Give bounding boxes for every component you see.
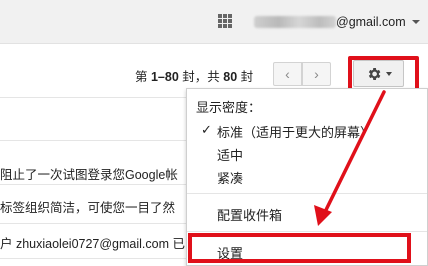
menu-item-density-standard[interactable]: 标准（适用于更大的屏幕） [217,122,428,141]
chevron-down-icon [385,71,392,76]
divider [0,223,186,224]
menu-item-settings[interactable]: 设置 [217,243,428,262]
pager-suffix: 封 [237,70,254,84]
pager-total: 80 [223,70,238,84]
account-email-suffix: @gmail.com [336,15,406,29]
menu-divider [187,193,427,194]
chevron-down-icon [411,20,420,24]
top-bar: @gmail.com [0,0,428,44]
checkmark-icon: ✓ [201,122,212,137]
pager-prefix: 第 [135,70,151,84]
list-item[interactable]: 阻止了一次试图登录您Google帐 [0,164,178,183]
apps-grid-icon[interactable] [218,14,232,28]
divider [0,258,186,259]
newer-button[interactable]: ‹ [273,62,302,86]
density-header: 显示密度： [196,100,262,115]
pager-range: 1–80 [150,70,179,84]
menu-item-configure-inbox[interactable]: 配置收件箱 [217,205,428,224]
older-button[interactable]: › [302,62,331,86]
pager-mid: 封，共 [178,70,224,84]
pager-text: 第 1–80 封，共 80 封 [135,66,253,85]
chevron-left-icon: ‹ [285,66,290,82]
divider [0,184,186,185]
gear-icon [368,67,380,80]
divider [0,140,186,141]
list-item[interactable]: 标签组织简洁，可使您一目了然 [0,197,175,216]
divider [0,97,186,98]
menu-item-density-compact[interactable]: 紧凑 [217,168,428,187]
menu-item-density-comfortable[interactable]: 适中 [217,145,428,164]
account-name-redacted [254,16,336,28]
list-item[interactable]: 户 zhuxiaolei0727@gmail.com 已 [0,233,185,252]
settings-dropdown-menu: 显示密度： ✓ 标准（适用于更大的屏幕） 适中 紧凑 配置收件箱 设置 [186,88,428,266]
chevron-right-icon: › [314,66,319,82]
account-switcher[interactable]: @gmail.com [254,14,420,30]
settings-gear-button[interactable] [353,60,404,87]
menu-divider [187,231,427,232]
